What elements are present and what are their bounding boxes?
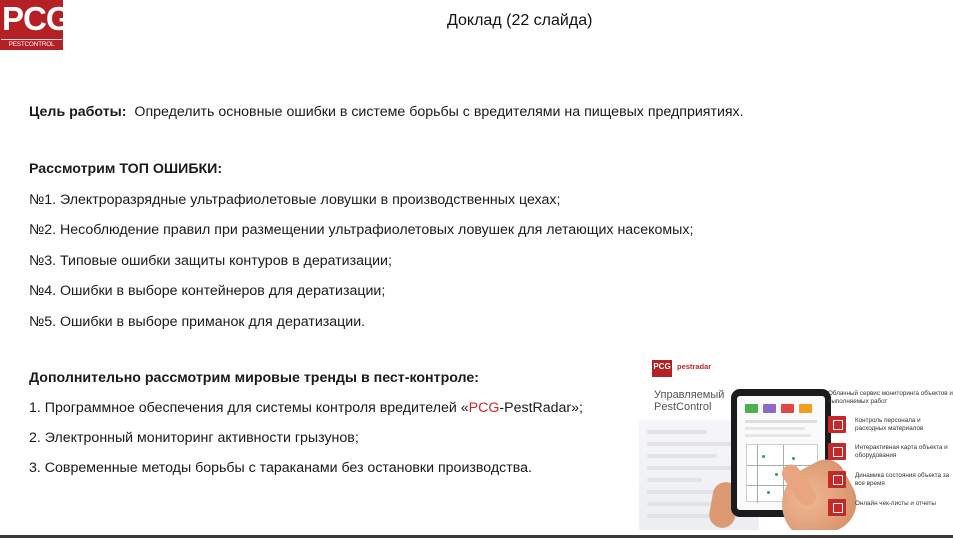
tile-purple <box>763 404 776 413</box>
promo-heading: Управляемый PestControl <box>654 389 724 413</box>
pestradar-promo-image: PCG pestradar Управляемый PestControl Об… <box>639 358 953 530</box>
error-item-3: №3. Типовые ошибки защиты контуров в дер… <box>29 253 392 269</box>
feature-icon <box>828 443 846 460</box>
tile-green <box>745 404 758 413</box>
feature-label: Динамика состояния объекта за все время <box>855 472 950 487</box>
feature-icon <box>828 471 846 488</box>
trends-heading: Дополнительно рассмотрим мировые тренды … <box>29 370 479 386</box>
error-item-1: №1. Электроразрядные ультрафиолетовые ло… <box>29 192 561 208</box>
feature-label: Онлайн чек-листы и отчеты <box>855 500 936 507</box>
goal-text: Определить основные ошибки в системе бор… <box>126 104 744 120</box>
trend-item-3: 3. Современные методы борьбы с тараканам… <box>29 460 532 476</box>
logo-subtitle: PESTCONTROL GROUP <box>1 39 62 58</box>
tile-orange <box>799 404 812 413</box>
tile-red <box>781 404 794 413</box>
error-item-2: №2. Несоблюдение правил при размещении у… <box>29 222 694 238</box>
slide: PCG PESTCONTROL GROUP Доклад (22 слайда)… <box>0 0 953 538</box>
trend-item-2: 2. Электронный мониторинг активности гры… <box>29 430 359 446</box>
trend-item-1-prefix: 1. Программное обеспечения для системы к… <box>29 400 469 416</box>
error-item-5: №5. Ошибки в выборе приманок для дератиз… <box>29 314 366 330</box>
trend-item-1-suffix: »; <box>571 400 584 416</box>
pcg-mini-logo: PCG <box>652 360 672 377</box>
top-errors-heading: Рассмотрим ТОП ОШИБКИ: <box>29 161 223 177</box>
feature-icon <box>828 499 846 516</box>
goal-label: Цель работы: <box>29 104 127 120</box>
promo-heading-line1: Управляемый <box>654 389 725 401</box>
feature-icon <box>828 416 846 433</box>
trend-item-1: 1. Программное обеспечения для системы к… <box>29 399 583 417</box>
logo-text: PCG <box>2 0 72 37</box>
trend-item-1-product: -PestRadar <box>499 400 572 416</box>
pcg-logo: PCG PESTCONTROL GROUP <box>0 0 72 57</box>
goal-line: Цель работы: Определить основные ошибки … <box>29 103 744 121</box>
feature-interactive-map: Интерактивная карта объекта и оборудован… <box>828 443 953 461</box>
cloud-service-title: Облачный сервис мониторинга объектов и в… <box>828 390 953 405</box>
feature-dynamics: Динамика состояния объекта за все время <box>828 471 953 489</box>
promo-heading-line2: PestControl <box>654 401 712 413</box>
trend-item-1-brand: PCG <box>468 400 500 416</box>
feature-staff-control: Контроль персонала и расходных материало… <box>828 416 953 434</box>
feature-checklists: Онлайн чек-листы и отчеты <box>828 499 953 517</box>
feature-label: Интерактивная карта объекта и оборудован… <box>855 444 948 459</box>
feature-label: Контроль персонала и расходных материало… <box>855 417 924 432</box>
slide-title: Доклад (22 слайда) <box>447 12 593 29</box>
pestradar-logo: pestradar <box>677 362 712 371</box>
error-item-4: №4. Ошибки в выборе контейнеров для дера… <box>29 283 386 299</box>
